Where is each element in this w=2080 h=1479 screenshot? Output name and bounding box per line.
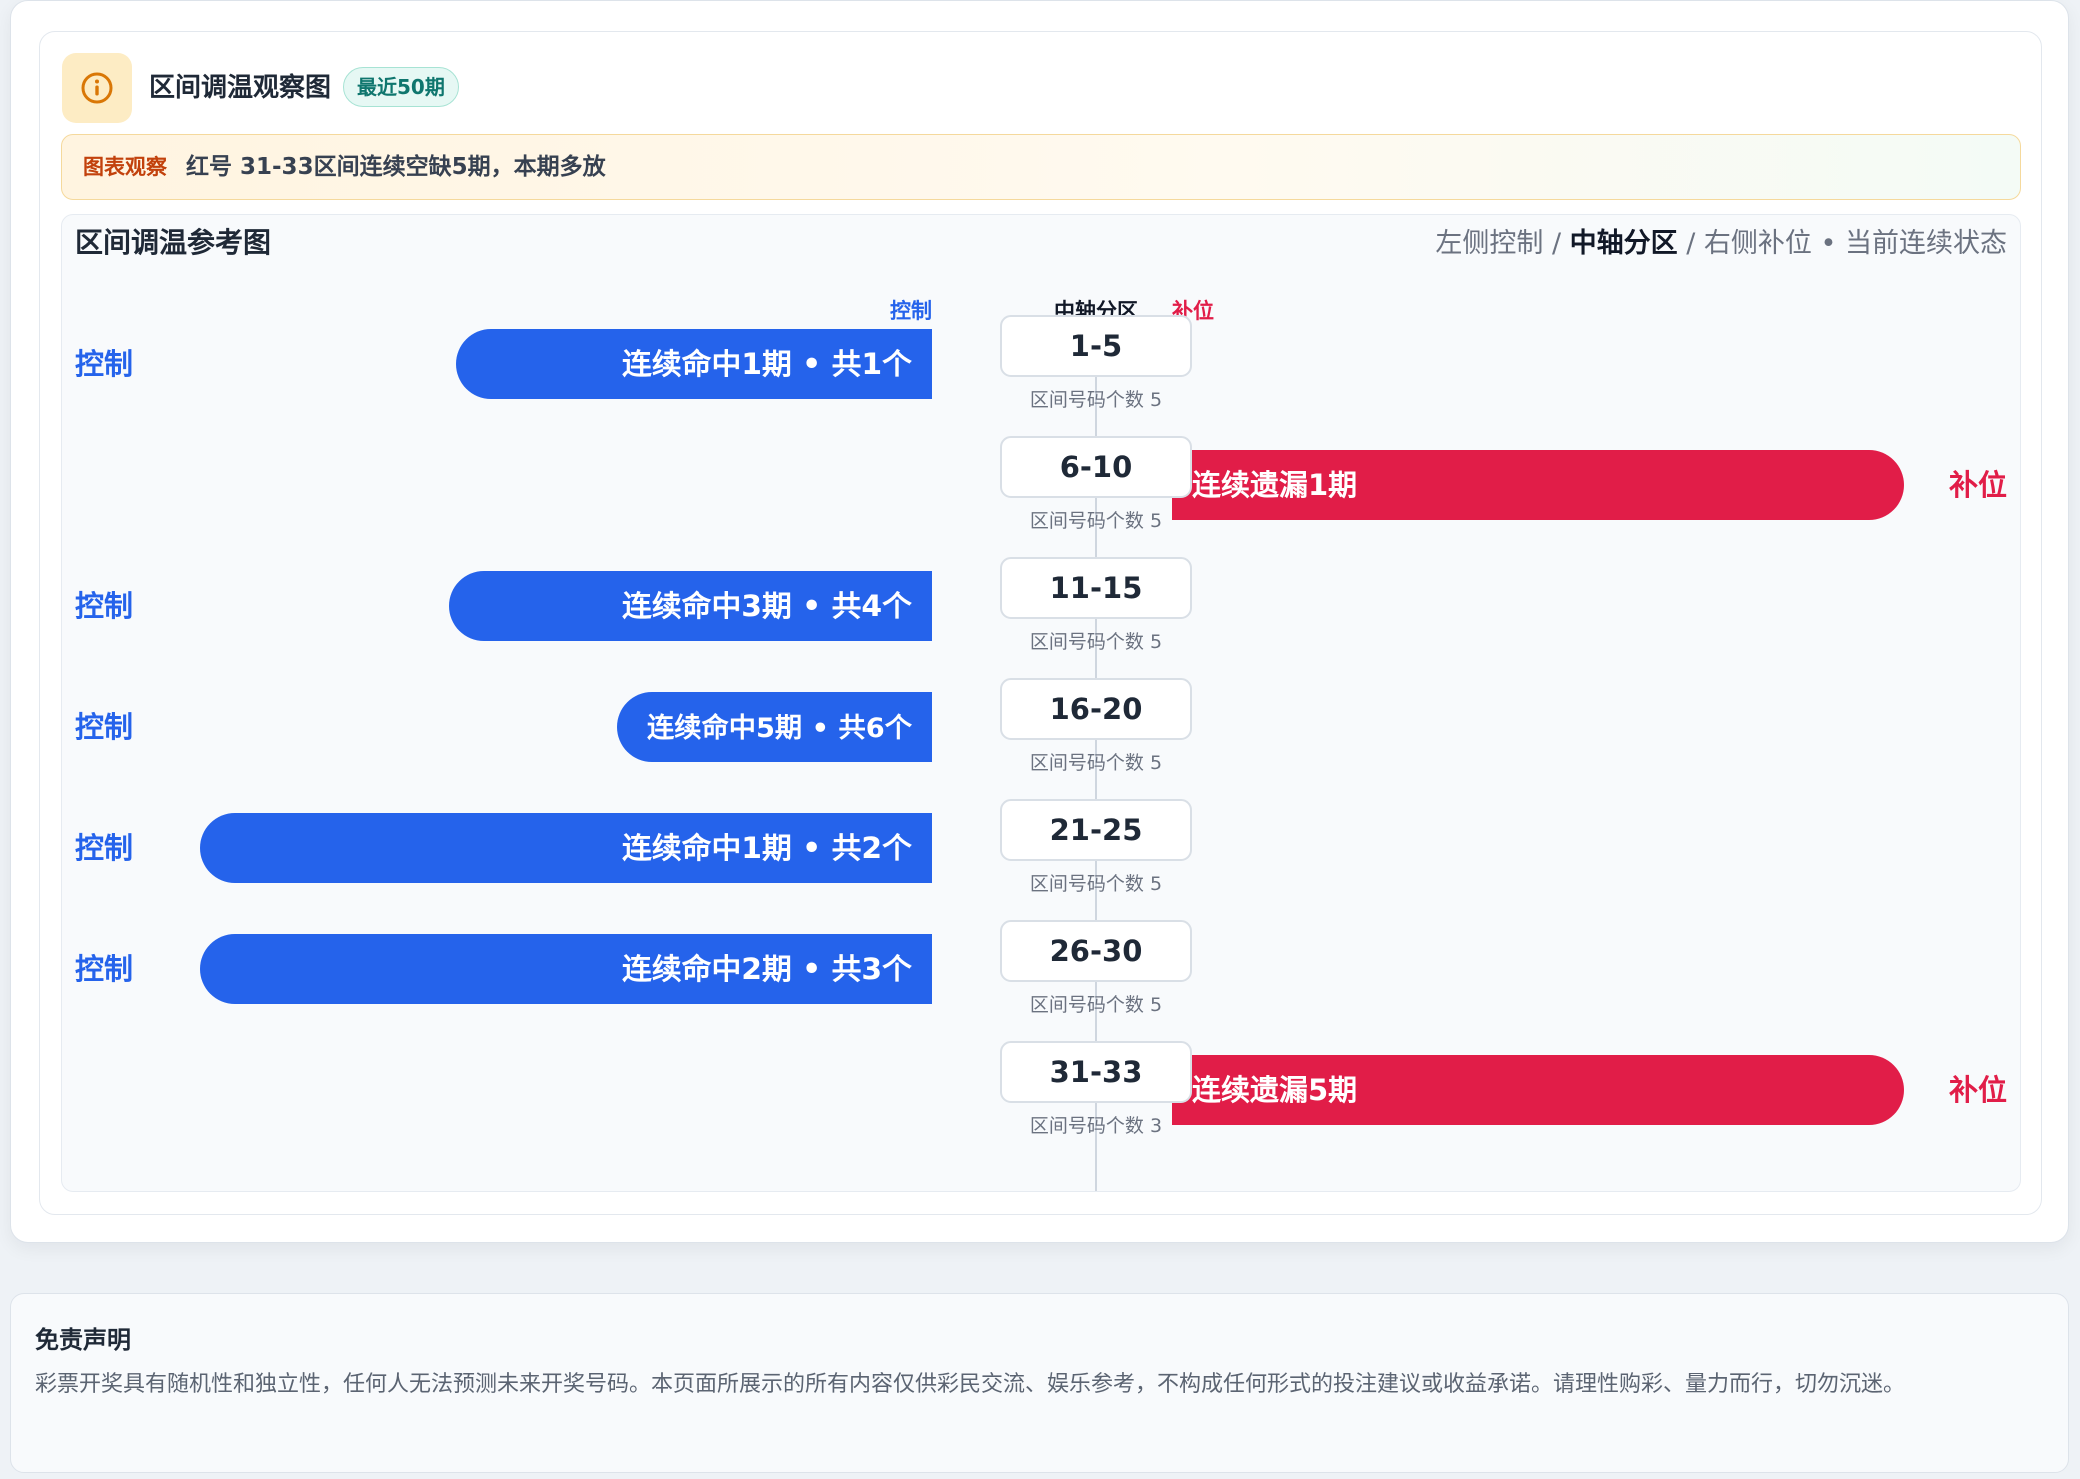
fill-bar-label: 连续遗漏5期 xyxy=(1192,1073,1357,1107)
column-header-control: 控制 xyxy=(890,299,932,323)
zone-count: 区间号码个数 5 xyxy=(1030,389,1162,411)
zone-count: 区间号码个数 5 xyxy=(1030,631,1162,653)
zone-range: 21-25 xyxy=(1050,813,1143,847)
zone-range: 31-33 xyxy=(1050,1055,1143,1089)
zone-range: 11-15 xyxy=(1050,571,1143,605)
interval-chart-card: 区间调温观察图 最近50期 图表观察 红号 31-33区间连续空缺5期，本期多放… xyxy=(10,0,2069,1243)
control-bar-label: 连续命中3期 • 共4个 xyxy=(622,589,913,623)
chart-title: 区间调温参考图 xyxy=(75,226,271,259)
zone-count: 区间号码个数 5 xyxy=(1030,873,1162,895)
control-bar-label: 连续命中1期 • 共2个 xyxy=(622,831,913,865)
info-icon xyxy=(62,53,132,123)
disclaimer-title: 免责声明 xyxy=(35,1326,131,1354)
zone-count: 区间号码个数 5 xyxy=(1030,994,1162,1016)
chart-legend: 左侧控制 / 中轴分区 / 右侧补位 • 当前连续状态 xyxy=(1435,228,2007,259)
disclaimer-box: 免责声明 彩票开奖具有随机性和独立性，任何人无法预测未来开奖号码。本页面所展示的… xyxy=(10,1293,2069,1473)
control-bar-label: 连续命中2期 • 共3个 xyxy=(622,952,913,986)
control-bar-label: 连续命中5期 • 共6个 xyxy=(647,712,913,744)
side-label-control: 控制 xyxy=(75,589,133,623)
zone-range: 16-20 xyxy=(1050,692,1143,726)
side-label-control: 控制 xyxy=(75,952,133,986)
period-badge: 最近50期 xyxy=(343,67,459,107)
side-label-control: 控制 xyxy=(75,710,133,744)
fill-bar-label: 连续遗漏1期 xyxy=(1192,468,1357,502)
control-bar-label: 连续命中1期 • 共1个 xyxy=(622,347,913,381)
zone-count: 区间号码个数 3 xyxy=(1030,1115,1162,1137)
side-label-fill: 补位 xyxy=(1949,1073,2007,1107)
observation-label: 图表观察 xyxy=(83,155,167,179)
chart-inner-card: 区间调温观察图 最近50期 图表观察 红号 31-33区间连续空缺5期，本期多放… xyxy=(39,31,2042,1215)
zone-range: 26-30 xyxy=(1050,934,1143,968)
chart-panel: 区间调温参考图 左侧控制 / 中轴分区 / 右侧补位 • 当前连续状态 控制 中轴分区… xyxy=(61,214,2021,1192)
observation-text: 红号 31-33区间连续空缺5期，本期多放 xyxy=(186,154,606,180)
side-label-control: 控制 xyxy=(75,831,133,865)
side-label-fill: 补位 xyxy=(1949,468,2007,502)
zone-range: 6-10 xyxy=(1060,450,1133,484)
interval-chart: 区间调温参考图 左侧控制 / 中轴分区 / 右侧补位 • 当前连续状态控制 中轴分区… xyxy=(75,226,2007,1191)
observation-banner: 图表观察 红号 31-33区间连续空缺5期，本期多放 xyxy=(61,134,2021,200)
zone-count: 区间号码个数 5 xyxy=(1030,510,1162,532)
side-label-control: 控制 xyxy=(75,347,133,381)
zone-range: 1-5 xyxy=(1070,329,1122,363)
disclaimer-text: 彩票开奖具有随机性和独立性，任何人无法预测未来开奖号码。本页面所展示的所有内容仅… xyxy=(35,1372,1906,1397)
zone-count: 区间号码个数 5 xyxy=(1030,752,1162,774)
page-title: 区间调温观察图 xyxy=(149,73,332,103)
